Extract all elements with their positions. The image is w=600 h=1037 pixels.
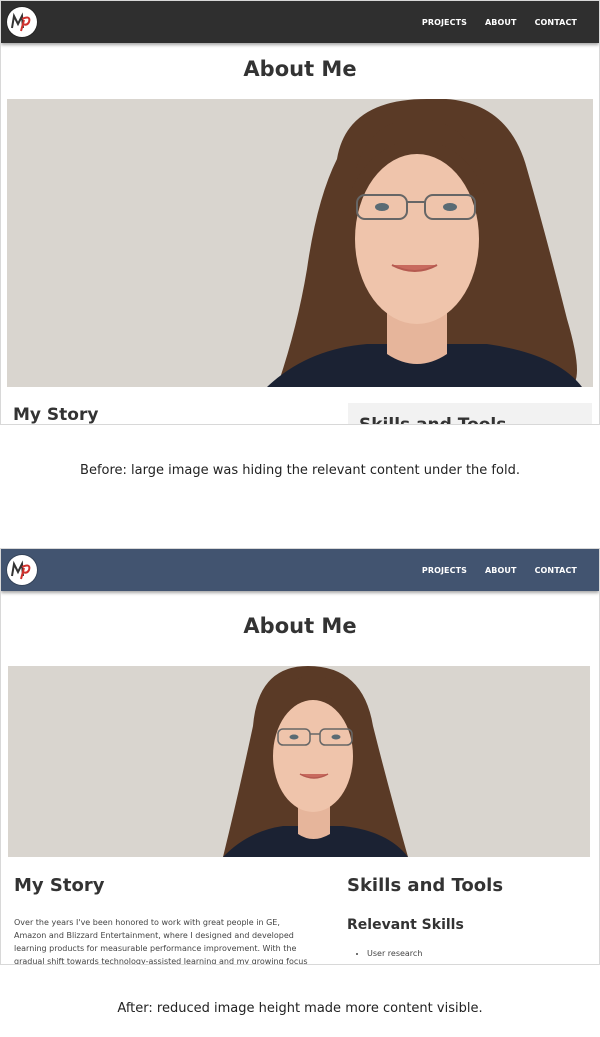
list-item: User research	[367, 949, 422, 958]
nav-projects-link[interactable]: PROJECTS	[422, 566, 467, 575]
relevant-skills-heading: Relevant Skills	[347, 917, 464, 933]
my-story-paragraph: Over the years I've been honored to work…	[14, 918, 308, 965]
logo-icon	[11, 560, 31, 580]
after-caption: After: reduced image height made more co…	[117, 1001, 483, 1016]
after-screenshot: PROJECTS ABOUT CONTACT About Me My Story…	[0, 548, 600, 965]
logo[interactable]	[7, 555, 37, 585]
logo-icon	[11, 12, 31, 32]
nav-about-link[interactable]: ABOUT	[485, 566, 517, 575]
nav-projects-link[interactable]: PROJECTS	[422, 18, 467, 27]
nav-about-link[interactable]: ABOUT	[485, 18, 517, 27]
skills-heading: Skills and Tools	[359, 415, 507, 425]
skills-list: User research	[357, 949, 422, 958]
navbar: PROJECTS ABOUT CONTACT	[1, 549, 599, 591]
before-screenshot: PROJECTS ABOUT CONTACT About Me My Story…	[0, 0, 600, 425]
nav-links: PROJECTS ABOUT CONTACT	[422, 566, 577, 575]
hero-portrait-image	[7, 99, 593, 387]
page-title: About Me	[243, 614, 357, 638]
skills-heading: Skills and Tools	[347, 875, 504, 896]
page-title: About Me	[243, 57, 357, 81]
logo[interactable]	[7, 7, 37, 37]
my-story-heading: My Story	[13, 405, 99, 425]
before-caption: Before: large image was hiding the relev…	[80, 463, 520, 478]
hero-portrait-image	[8, 666, 590, 857]
nav-contact-link[interactable]: CONTACT	[535, 566, 577, 575]
nav-contact-link[interactable]: CONTACT	[535, 18, 577, 27]
my-story-heading: My Story	[14, 875, 105, 896]
navbar: PROJECTS ABOUT CONTACT	[1, 1, 599, 43]
nav-links: PROJECTS ABOUT CONTACT	[422, 18, 577, 27]
